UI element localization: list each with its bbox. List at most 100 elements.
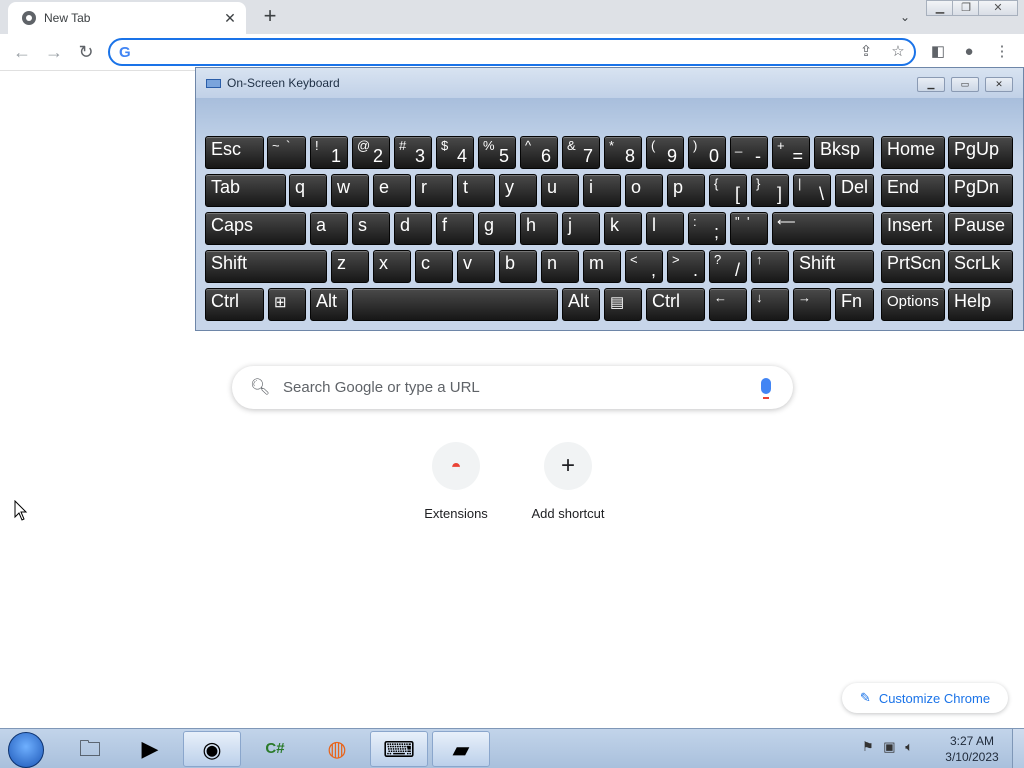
customize-chrome-button[interactable]: ✎ Customize Chrome <box>842 683 1008 713</box>
key-l[interactable]: l <box>646 212 684 245</box>
key-delete[interactable]: Del <box>835 174 874 207</box>
search-box[interactable]: 🔍︎ Search Google or type a URL <box>232 366 793 409</box>
key-right-bracket[interactable]: }] <box>751 174 789 207</box>
key-ctrl-right[interactable]: Ctrl <box>646 288 705 321</box>
key-q[interactable]: q <box>289 174 327 207</box>
key-r[interactable]: r <box>415 174 453 207</box>
shortcut-add[interactable]: + Add shortcut <box>512 442 624 532</box>
key-i[interactable]: i <box>583 174 621 207</box>
network-icon[interactable]: ▣ <box>883 739 895 754</box>
key-space[interactable] <box>352 288 558 321</box>
osk-restore-button[interactable]: ▭ <box>951 77 979 92</box>
key-right[interactable]: → <box>793 288 831 321</box>
key-slash[interactable]: ? / <box>709 250 747 283</box>
key-period[interactable]: >. <box>667 250 705 283</box>
key-alt-right[interactable]: Alt <box>562 288 600 321</box>
key-esc[interactable]: Esc <box>205 136 264 169</box>
key-left-bracket[interactable]: {[ <box>709 174 747 207</box>
key-home[interactable]: Home <box>881 136 945 169</box>
key-g[interactable]: g <box>478 212 516 245</box>
action-center-flag-icon[interactable]: ⚑ <box>862 739 874 754</box>
key-pause[interactable]: Pause <box>948 212 1013 245</box>
key-quote[interactable]: " ' <box>730 212 768 245</box>
firefox-icon[interactable]: ◍ <box>308 731 366 767</box>
key-j[interactable]: j <box>562 212 600 245</box>
key-v[interactable]: v <box>457 250 495 283</box>
key-w[interactable]: w <box>331 174 369 207</box>
key-ctrl-left[interactable]: Ctrl <box>205 288 264 321</box>
key-d[interactable]: d <box>394 212 432 245</box>
key-n[interactable]: n <box>541 250 579 283</box>
key-1[interactable]: ! 1 <box>310 136 348 169</box>
file-explorer-icon[interactable]: 🗀 <box>61 731 119 767</box>
key-u[interactable]: u <box>541 174 579 207</box>
csharp-editor-icon[interactable]: C# <box>246 731 304 767</box>
key-7[interactable]: & 7 <box>562 136 600 169</box>
key-s[interactable]: s <box>352 212 390 245</box>
key-prtscn[interactable]: PrtScn <box>881 250 945 283</box>
key-down[interactable]: ↓ <box>751 288 789 321</box>
bookmark-star-icon[interactable]: ☆ <box>886 40 910 64</box>
key-6[interactable]: ^ 6 <box>520 136 558 169</box>
key-help[interactable]: Help <box>948 288 1013 321</box>
key-minus[interactable]: _ - <box>730 136 768 169</box>
key-windows[interactable]: ⊞ <box>268 288 306 321</box>
key-2[interactable]: @2 <box>352 136 390 169</box>
key-backslash[interactable]: | \ <box>793 174 831 207</box>
profile-icon[interactable]: ● <box>957 40 981 64</box>
key-3[interactable]: #3 <box>394 136 432 169</box>
key-up[interactable]: ↑ <box>751 250 789 283</box>
window-restore-button[interactable]: ❐ <box>952 0 980 16</box>
osk-close-button[interactable]: ✕ <box>985 77 1013 92</box>
tab-close-icon[interactable]: ✕ <box>220 8 240 28</box>
key-enter[interactable]: ⟵ <box>772 212 874 245</box>
key-caps[interactable]: Caps <box>205 212 306 245</box>
key-z[interactable]: z <box>331 250 369 283</box>
key-alt-left[interactable]: Alt <box>310 288 348 321</box>
reload-icon[interactable]: ↻ <box>74 40 98 64</box>
key-tab[interactable]: Tab <box>205 174 286 207</box>
key-c[interactable]: c <box>415 250 453 283</box>
key-fn[interactable]: Fn <box>835 288 874 321</box>
key-end[interactable]: End <box>881 174 945 207</box>
key-5[interactable]: % 5 <box>478 136 516 169</box>
key-9[interactable]: (9 <box>646 136 684 169</box>
media-player-icon[interactable]: ▶ <box>121 731 179 767</box>
show-desktop-button[interactable] <box>1012 729 1024 768</box>
osk-title-bar[interactable]: On-Screen Keyboard ▁ ▭ ✕ <box>196 68 1023 98</box>
key-f[interactable]: f <box>436 212 474 245</box>
key-o[interactable]: o <box>625 174 663 207</box>
key-tilde[interactable]: ~ ` <box>267 136 306 169</box>
address-bar[interactable]: G <box>108 38 916 66</box>
key-menu[interactable]: ▤ <box>604 288 642 321</box>
start-button[interactable] <box>8 732 44 768</box>
key-options[interactable]: Options <box>881 288 945 321</box>
key-h[interactable]: h <box>520 212 558 245</box>
forward-icon[interactable]: → <box>42 40 66 64</box>
key-scrlk[interactable]: ScrLk <box>948 250 1013 283</box>
tab-new-tab[interactable]: New Tab ✕ <box>8 2 246 34</box>
key-e[interactable]: e <box>373 174 411 207</box>
key-0[interactable]: ) 0 <box>688 136 726 169</box>
tab-search-icon[interactable]: ⌄ <box>894 6 916 28</box>
side-panel-icon[interactable]: ◧ <box>926 40 950 64</box>
notepad-icon[interactable]: ▰ <box>432 731 490 767</box>
chrome-taskbar-icon[interactable]: ◉ <box>183 731 241 767</box>
key-pgup[interactable]: PgUp <box>948 136 1013 169</box>
key-4[interactable]: $4 <box>436 136 474 169</box>
key-b[interactable]: b <box>499 250 537 283</box>
window-minimize-button[interactable]: ▁ <box>926 0 954 16</box>
new-tab-button[interactable]: + <box>258 5 282 29</box>
share-icon[interactable]: ⇪ <box>854 40 878 64</box>
key-shift-right[interactable]: Shift <box>793 250 874 283</box>
back-icon[interactable]: ← <box>10 40 34 64</box>
window-close-button[interactable]: ✕ <box>978 0 1018 16</box>
key-insert[interactable]: Insert <box>881 212 945 245</box>
key-a[interactable]: a <box>310 212 348 245</box>
key-backspace[interactable]: Bksp <box>814 136 874 169</box>
key-t[interactable]: t <box>457 174 495 207</box>
key-y[interactable]: y <box>499 174 537 207</box>
address-input[interactable] <box>142 42 742 62</box>
on-screen-keyboard-taskbar-icon[interactable]: ⌨ <box>370 731 428 767</box>
osk-minimize-button[interactable]: ▁ <box>917 77 945 92</box>
